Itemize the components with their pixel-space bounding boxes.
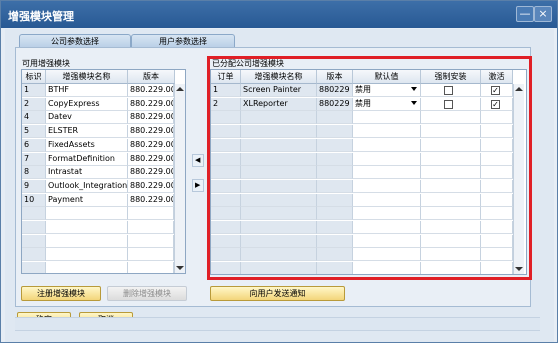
cell-id[interactable]	[22, 221, 46, 234]
cell-name[interactable]: BTHF	[46, 84, 128, 97]
cell-version[interactable]: 880.229.00.	[128, 111, 174, 125]
cell-id[interactable]: 6	[22, 138, 46, 152]
cell-name[interactable]	[46, 248, 128, 262]
cell-name[interactable]: Intrastat	[46, 166, 128, 180]
cell-name[interactable]	[46, 262, 128, 273]
cell-version[interactable]: 880.229.00.	[128, 138, 174, 152]
move-right-button[interactable]: ▶	[192, 179, 204, 192]
window-title: 增强模块管理	[8, 10, 74, 23]
cell-id[interactable]	[22, 248, 46, 262]
cell-version[interactable]: 880.229.00.	[128, 166, 174, 180]
column-header-id[interactable]: 标识	[22, 70, 46, 84]
minimize-icon[interactable]: —	[516, 6, 534, 22]
cell-id[interactable]	[22, 234, 46, 248]
cell-name[interactable]: Datev	[46, 111, 128, 125]
scroll-up-icon[interactable]	[176, 87, 184, 91]
cell-id[interactable]: 4	[22, 111, 46, 125]
enhancement-manager-window: 增强模块管理 — × 公司参数选择 用户参数选择 可用增强模块 已分配公司增强模…	[0, 0, 558, 343]
horizontal-scrollbar[interactable]	[15, 317, 540, 331]
cell-id[interactable]	[22, 262, 46, 273]
cell-version[interactable]: 880.229.00.	[128, 84, 174, 97]
cell-id[interactable]: 1	[22, 84, 46, 97]
cell-version[interactable]	[128, 234, 174, 248]
cell-version[interactable]	[128, 248, 174, 262]
cell-id[interactable]: 10	[22, 193, 46, 207]
remove-enhancement-button[interactable]: 删除增强模块	[107, 286, 187, 301]
cell-version[interactable]	[128, 207, 174, 221]
cell-id[interactable]: 7	[22, 152, 46, 166]
cell-version[interactable]: 880.229.00.	[128, 179, 174, 193]
cell-name[interactable]: ELSTER	[46, 125, 128, 139]
arrow-left-icon: ◀	[195, 156, 201, 164]
tab-company-preferences[interactable]: 公司参数选择	[19, 34, 131, 48]
available-list-label: 可用增强模块	[22, 59, 70, 68]
cell-name[interactable]	[46, 207, 128, 221]
cell-name[interactable]: Payment	[46, 193, 128, 207]
cell-name[interactable]: FixedAssets	[46, 138, 128, 152]
highlight-box	[207, 56, 532, 280]
available-scrollbar[interactable]	[174, 84, 185, 273]
cell-id[interactable]: 2	[22, 97, 46, 111]
column-header-version[interactable]: 版本	[128, 70, 175, 84]
cell-version[interactable]: 880.229.00.	[128, 125, 174, 139]
close-icon[interactable]: ×	[534, 6, 552, 22]
cell-version[interactable]: 880.229.00.	[128, 193, 174, 207]
register-enhancement-button[interactable]: 注册增强模块	[21, 286, 101, 301]
cell-version[interactable]: 880.229.00.	[128, 97, 174, 111]
cell-name[interactable]	[46, 234, 128, 248]
cell-name[interactable]: Outlook_Integration	[46, 179, 128, 193]
scroll-down-icon[interactable]	[176, 266, 184, 270]
cell-id[interactable]: 8	[22, 166, 46, 180]
cell-version[interactable]	[128, 262, 174, 273]
cell-name[interactable]: CopyExpress	[46, 97, 128, 111]
notify-users-button[interactable]: 向用户发送通知	[210, 286, 345, 301]
cell-id[interactable]: 5	[22, 125, 46, 139]
cell-name[interactable]: FormatDefinition	[46, 152, 128, 166]
cell-version[interactable]: 880.229.00.	[128, 152, 174, 166]
cell-id[interactable]: 9	[22, 179, 46, 193]
title-bar: 增强模块管理 — ×	[1, 1, 557, 28]
tab-user-preferences[interactable]: 用户参数选择	[131, 34, 235, 48]
arrow-right-icon: ▶	[195, 181, 201, 189]
cell-version[interactable]	[128, 221, 174, 234]
cell-name[interactable]	[46, 221, 128, 234]
available-grid[interactable]: 标识 增强模块名称 版本 1 BTHF 880.229.00. 2 CopyExpres…	[21, 69, 186, 274]
column-header-name[interactable]: 增强模块名称	[46, 70, 128, 84]
move-left-button[interactable]: ◀	[192, 154, 204, 167]
cell-id[interactable]	[22, 207, 46, 221]
resize-handle[interactable]	[534, 67, 542, 277]
